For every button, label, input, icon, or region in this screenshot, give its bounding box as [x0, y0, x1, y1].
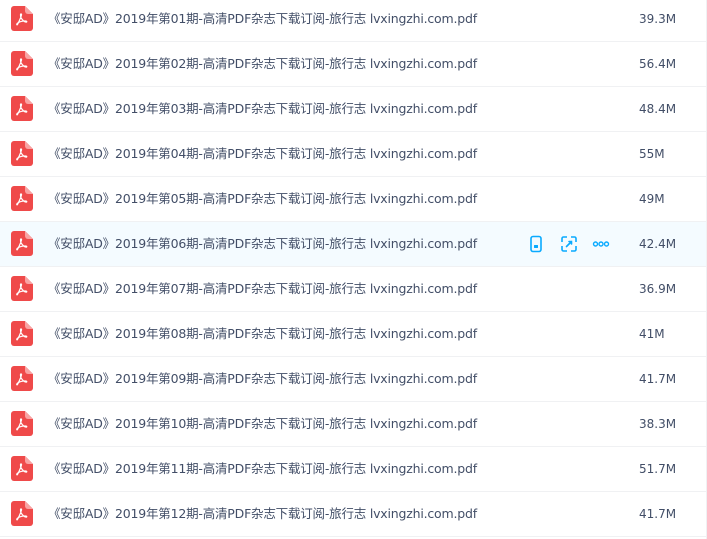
- file-name[interactable]: 《安邸AD》2019年第08期-高清PDF杂志下载订阅-旅行志 lvxingzh…: [48, 312, 477, 356]
- file-size: 38.3M: [639, 417, 677, 431]
- file-list: 《安邸AD》2019年第01期-高清PDF杂志下载订阅-旅行志 lvxingzh…: [0, 0, 707, 539]
- file-row[interactable]: 《安邸AD》2019年第09期-高清PDF杂志下载订阅-旅行志 lvxingzh…: [0, 357, 707, 402]
- pdf-file-icon: [11, 231, 33, 256]
- file-name[interactable]: 《安邸AD》2019年第04期-高清PDF杂志下载订阅-旅行志 lvxingzh…: [48, 132, 477, 176]
- file-row[interactable]: 《安邸AD》2019年第06期-高清PDF杂志下载订阅-旅行志 lvxingzh…: [0, 222, 707, 267]
- file-row[interactable]: 《安邸AD》2019年第12期-高清PDF杂志下载订阅-旅行志 lvxingzh…: [0, 492, 707, 537]
- pdf-file-icon: [11, 456, 33, 481]
- phone-icon[interactable]: [527, 235, 545, 253]
- file-row[interactable]: 《安邸AD》2019年第08期-高清PDF杂志下载订阅-旅行志 lvxingzh…: [0, 312, 707, 357]
- file-row[interactable]: 《安邸AD》2019年第05期-高清PDF杂志下载订阅-旅行志 lvxingzh…: [0, 177, 707, 222]
- pdf-file-icon: [11, 186, 33, 211]
- file-name[interactable]: 《安邸AD》2019年第12期-高清PDF杂志下载订阅-旅行志 lvxingzh…: [48, 492, 477, 536]
- file-name[interactable]: 《安邸AD》2019年第01期-高清PDF杂志下载订阅-旅行志 lvxingzh…: [48, 0, 477, 41]
- file-name[interactable]: 《安邸AD》2019年第10期-高清PDF杂志下载订阅-旅行志 lvxingzh…: [48, 402, 477, 446]
- file-size: 41.7M: [639, 372, 677, 386]
- file-size: 55M: [639, 147, 665, 161]
- file-name[interactable]: 《安邸AD》2019年第05期-高清PDF杂志下载订阅-旅行志 lvxingzh…: [48, 177, 477, 221]
- file-name[interactable]: 《安邸AD》2019年第11期-高清PDF杂志下载订阅-旅行志 lvxingzh…: [48, 447, 477, 491]
- file-row[interactable]: 《安邸AD》2019年第01期-高清PDF杂志下载订阅-旅行志 lvxingzh…: [0, 0, 707, 42]
- file-size: 56.4M: [639, 57, 677, 71]
- file-row[interactable]: 《安邸AD》2019年第04期-高清PDF杂志下载订阅-旅行志 lvxingzh…: [0, 132, 707, 177]
- file-row[interactable]: 《安邸AD》2019年第02期-高清PDF杂志下载订阅-旅行志 lvxingzh…: [0, 42, 707, 87]
- file-name[interactable]: 《安邸AD》2019年第02期-高清PDF杂志下载订阅-旅行志 lvxingzh…: [48, 42, 477, 86]
- file-row[interactable]: 《安邸AD》2019年第10期-高清PDF杂志下载订阅-旅行志 lvxingzh…: [0, 402, 707, 447]
- file-size: 39.3M: [639, 12, 677, 26]
- file-row[interactable]: 《安邸AD》2019年第07期-高清PDF杂志下载订阅-旅行志 lvxingzh…: [0, 267, 707, 312]
- file-name[interactable]: 《安邸AD》2019年第07期-高清PDF杂志下载订阅-旅行志 lvxingzh…: [48, 267, 477, 311]
- file-size: 51.7M: [639, 462, 677, 476]
- pdf-file-icon: [11, 96, 33, 121]
- pdf-file-icon: [11, 276, 33, 301]
- pdf-file-icon: [11, 366, 33, 391]
- pdf-file-icon: [11, 321, 33, 346]
- pdf-file-icon: [11, 6, 33, 31]
- more-icon[interactable]: [592, 235, 610, 253]
- file-size: 48.4M: [639, 102, 677, 116]
- file-size: 36.9M: [639, 282, 677, 296]
- file-size: 49M: [639, 192, 665, 206]
- file-row[interactable]: 《安邸AD》2019年第03期-高清PDF杂志下载订阅-旅行志 lvxingzh…: [0, 87, 707, 132]
- file-row[interactable]: 《安邸AD》2019年第11期-高清PDF杂志下载订阅-旅行志 lvxingzh…: [0, 447, 707, 492]
- pdf-file-icon: [11, 411, 33, 436]
- pdf-file-icon: [11, 501, 33, 526]
- file-size: 42.4M: [639, 237, 677, 251]
- file-name[interactable]: 《安邸AD》2019年第06期-高清PDF杂志下载订阅-旅行志 lvxingzh…: [48, 222, 477, 266]
- file-size: 41M: [639, 327, 665, 341]
- file-name[interactable]: 《安邸AD》2019年第09期-高清PDF杂志下载订阅-旅行志 lvxingzh…: [48, 357, 477, 401]
- file-name[interactable]: 《安邸AD》2019年第03期-高清PDF杂志下载订阅-旅行志 lvxingzh…: [48, 87, 477, 131]
- link-share-icon[interactable]: [560, 235, 578, 253]
- pdf-file-icon: [11, 141, 33, 166]
- pdf-file-icon: [11, 51, 33, 76]
- file-size: 41.7M: [639, 507, 677, 521]
